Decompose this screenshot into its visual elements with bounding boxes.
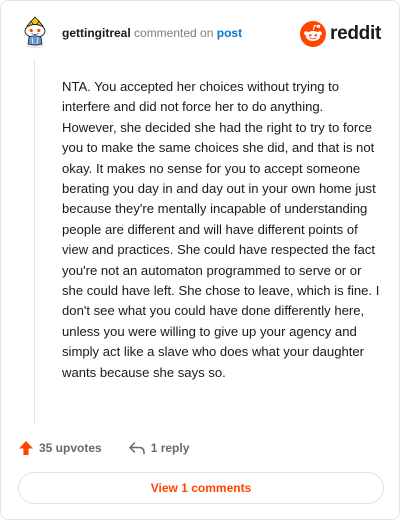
view-comments-label: View 1 comments bbox=[150, 481, 252, 495]
comment-body: NTA. You accepted her choices without tr… bbox=[62, 79, 380, 380]
comment-card: gettingitreal commented on post reddit N… bbox=[0, 0, 400, 520]
reddit-wordmark: reddit bbox=[330, 23, 381, 44]
upvote-count: 35 upvotes bbox=[39, 441, 102, 455]
user-avatar[interactable] bbox=[18, 15, 52, 49]
view-comments-button[interactable]: View 1 comments bbox=[18, 472, 384, 504]
comment-meta: gettingitreal commented on post bbox=[62, 25, 242, 41]
username-link[interactable]: gettingitreal bbox=[62, 26, 131, 40]
reddit-logo-icon bbox=[300, 21, 327, 47]
comment-actions: 35 upvotes 1 reply bbox=[18, 438, 189, 458]
reply-count: 1 reply bbox=[150, 441, 190, 455]
upvote-arrow-icon bbox=[19, 441, 33, 455]
upvote-button[interactable]: 35 upvotes bbox=[18, 440, 102, 456]
post-link[interactable]: post bbox=[217, 26, 242, 40]
reply-button[interactable]: 1 reply bbox=[128, 441, 190, 455]
thread-line[interactable] bbox=[34, 59, 35, 423]
reply-arrow-icon bbox=[128, 442, 145, 455]
commented-on-text: commented on bbox=[134, 26, 214, 40]
snoo-avatar-icon bbox=[24, 16, 46, 49]
reddit-brand[interactable]: reddit bbox=[300, 21, 381, 47]
